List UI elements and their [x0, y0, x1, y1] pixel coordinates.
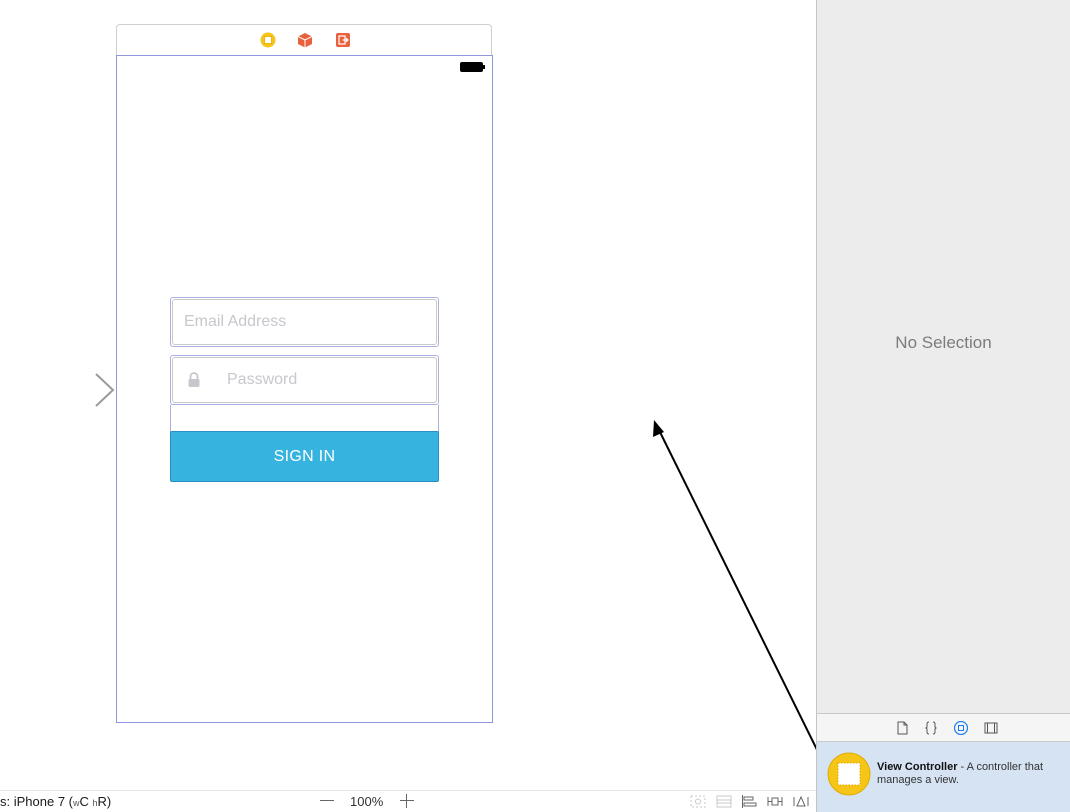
view-controller-icon[interactable] — [260, 32, 276, 48]
password-placeholder: Password — [227, 371, 298, 388]
width-class: C — [79, 794, 93, 809]
storyboard-canvas[interactable]: Email Address Password SIGN IN — [0, 0, 829, 790]
sign-in-button[interactable]: SIGN IN — [170, 431, 439, 482]
library-tab-bar — [817, 713, 1070, 742]
password-field[interactable]: Password — [170, 355, 439, 405]
align-icon[interactable] — [741, 795, 757, 808]
library-item-title: View Controller — [877, 761, 958, 773]
embed-in-stack-icon[interactable] — [716, 795, 732, 808]
view-as-device-button[interactable]: s: iPhone 7 (wC hR) — [0, 794, 111, 809]
height-class: R) — [97, 794, 112, 809]
no-selection-label: No Selection — [895, 333, 992, 352]
view-controller-icon — [827, 752, 871, 796]
battery-icon — [460, 62, 485, 72]
library-item-view-controller[interactable]: View Controller - A controller that mana… — [817, 742, 1070, 812]
object-library-icon[interactable] — [954, 721, 968, 735]
code-snippet-icon[interactable] — [924, 721, 938, 735]
update-frames-icon[interactable] — [690, 795, 706, 808]
view-as-prefix: s: iPhone 7 ( — [0, 794, 73, 809]
first-responder-icon[interactable] — [297, 32, 313, 48]
drag-arrow — [653, 420, 829, 773]
add-constraints-icon[interactable] — [767, 795, 783, 808]
zoom-out-button[interactable] — [320, 800, 334, 801]
email-field[interactable]: Email Address — [170, 297, 439, 347]
zoom-in-button[interactable] — [400, 794, 414, 808]
email-placeholder: Email Address — [184, 313, 287, 330]
media-library-icon[interactable] — [984, 721, 998, 735]
utilities-inspector: No Selection View Controller - A control… — [816, 0, 1070, 812]
stack-view-spacer — [170, 405, 439, 432]
resolve-issues-icon[interactable] — [793, 795, 809, 808]
storyboard-entry-arrow[interactable] — [0, 370, 120, 410]
zoom-level: 100% — [350, 794, 384, 809]
file-template-icon[interactable] — [895, 721, 909, 735]
exit-icon[interactable] — [335, 32, 351, 48]
lock-icon — [188, 372, 200, 387]
scene-dock — [116, 24, 492, 55]
device-screen[interactable]: Email Address Password SIGN IN — [116, 55, 493, 723]
library-item-text: View Controller - A controller that mana… — [877, 761, 1062, 787]
password-field-border — [172, 357, 437, 403]
canvas-bottom-bar: s: iPhone 7 (wC hR) 100% — [0, 790, 816, 812]
